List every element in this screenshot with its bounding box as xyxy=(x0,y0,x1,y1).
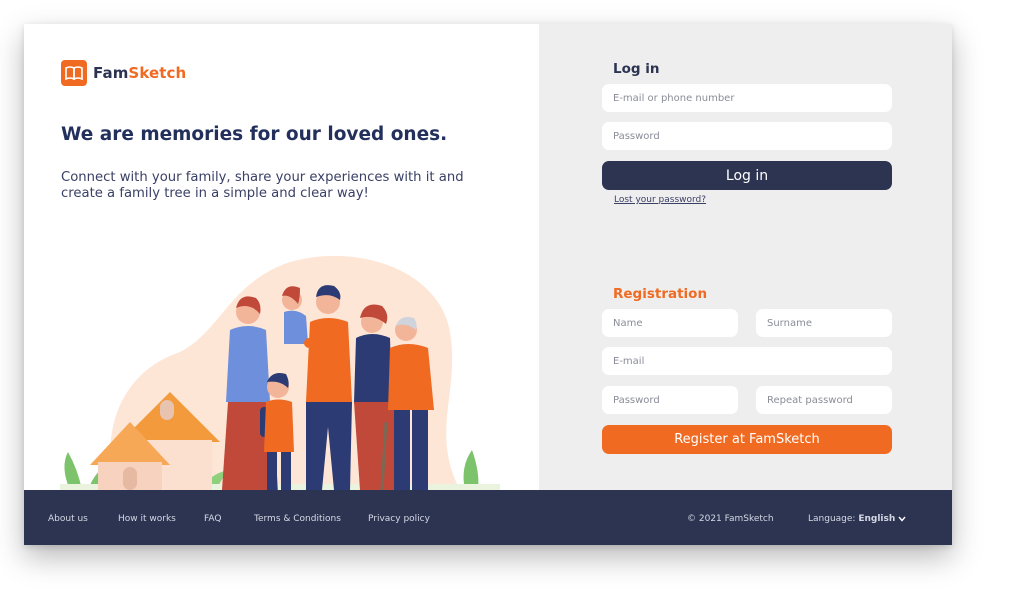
footer-copyright: © 2021 FamSketch xyxy=(687,514,774,524)
register-name-input[interactable] xyxy=(602,309,738,337)
register-surname-input[interactable] xyxy=(756,309,892,337)
login-button[interactable]: Log in xyxy=(602,161,892,190)
login-title: Log in xyxy=(613,61,660,77)
page-card: FamSketch We are memories for our loved … xyxy=(24,24,952,545)
register-email-input[interactable] xyxy=(602,347,892,375)
brand-logo[interactable]: FamSketch xyxy=(61,60,186,86)
language-value: English xyxy=(858,514,896,524)
footer: About us How it works FAQ Terms & Condit… xyxy=(24,490,952,545)
hero-panel: FamSketch We are memories for our loved … xyxy=(24,24,539,490)
register-repeat-password-input[interactable] xyxy=(756,386,892,414)
footer-link-privacy[interactable]: Privacy policy xyxy=(368,514,430,524)
footer-link-how-it-works[interactable]: How it works xyxy=(118,514,176,524)
book-icon xyxy=(61,60,87,86)
language-label: Language: xyxy=(808,514,856,524)
register-password-input[interactable] xyxy=(602,386,738,414)
hero-subtext: Connect with your family, share your exp… xyxy=(61,170,464,201)
chevron-down-icon xyxy=(898,516,906,522)
footer-link-about[interactable]: About us xyxy=(48,514,88,524)
register-button[interactable]: Register at FamSketch xyxy=(602,425,892,454)
registration-title: Registration xyxy=(613,286,708,302)
hero-headline: We are memories for our loved ones. xyxy=(61,124,448,145)
forgot-password-link[interactable]: Lost your password? xyxy=(614,195,706,205)
language-selector[interactable]: Language: English xyxy=(808,514,906,524)
brand-name: FamSketch xyxy=(93,64,187,82)
auth-panel: Log in Log in Lost your password? Regist… xyxy=(539,24,952,490)
login-password-input[interactable] xyxy=(602,122,892,150)
footer-link-faq[interactable]: FAQ xyxy=(204,514,221,524)
family-illustration xyxy=(60,255,500,490)
login-email-input[interactable] xyxy=(602,84,892,112)
footer-link-terms[interactable]: Terms & Conditions xyxy=(254,514,341,524)
